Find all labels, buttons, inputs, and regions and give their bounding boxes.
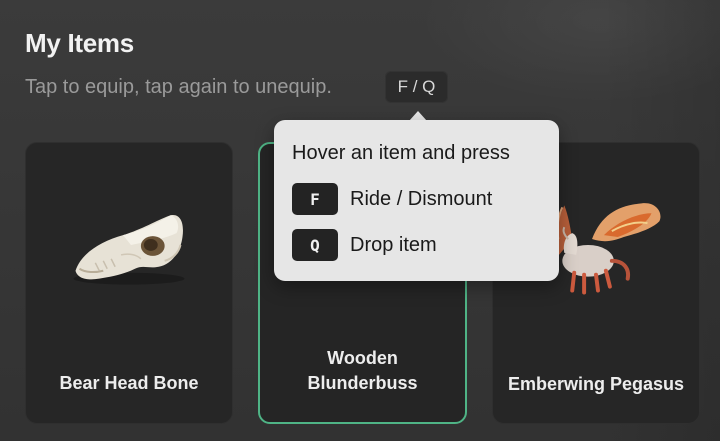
shortcut-label: Drop item — [350, 233, 437, 256]
key-q: Q — [292, 229, 338, 261]
bear-skull-icon — [73, 215, 185, 285]
tooltip-title: Hover an item and press — [292, 142, 510, 164]
item-name-text: Emberwing Pegasus — [507, 374, 685, 394]
page-title: My Items — [25, 28, 134, 58]
shortcut-tooltip: Hover an item and press F Ride / Dismoun… — [274, 120, 559, 281]
item-name: Emberwing Pegasus — [503, 372, 689, 397]
shortcut-row-drop: Q Drop item — [292, 229, 437, 261]
shortcut-label: Ride / Dismount — [350, 187, 493, 210]
item-card-bear-head-bone[interactable]: Bear Head Bone — [25, 142, 233, 424]
keyboard-hint-chip[interactable]: F / Q — [385, 71, 448, 103]
item-name-text: Wooden Blunderbuss — [307, 348, 418, 393]
item-name: Bear Head Bone — [59, 373, 199, 393]
key-f: F — [292, 183, 338, 215]
shortcut-row-ride: F Ride / Dismount — [292, 183, 492, 215]
page-subtitle: Tap to equip, tap again to unequip. — [25, 76, 332, 98]
item-name: Wooden Blunderbuss — [270, 346, 455, 396]
